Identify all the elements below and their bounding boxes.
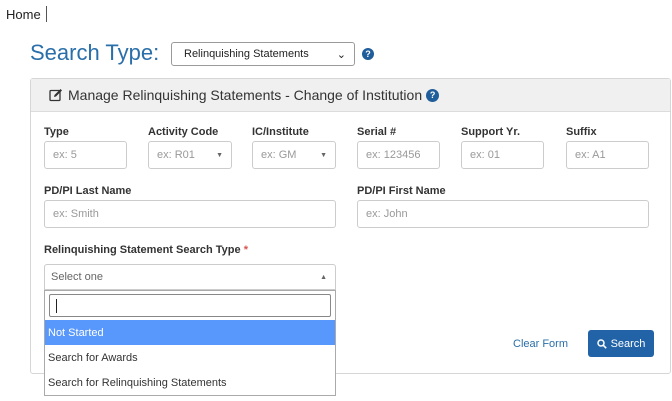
panel-title: Manage Relinquishing Statements - Change… xyxy=(68,87,423,103)
statement-search-type-dropdown: Not Started Search for Awards Search for… xyxy=(44,290,336,396)
ic-institute-select[interactable]: ex: GM ▼ xyxy=(252,141,336,169)
text-cursor xyxy=(56,299,57,313)
search-type-value: Relinquishing Statements xyxy=(184,48,309,60)
breadcrumb-separator xyxy=(45,6,47,22)
support-yr-label: Support Yr. xyxy=(461,126,521,138)
caret-up-icon: ▲ xyxy=(320,273,327,281)
help-icon[interactable]: ? xyxy=(362,48,374,60)
suffix-label: Suffix xyxy=(566,126,597,138)
support-yr-placeholder: ex: 01 xyxy=(470,149,500,161)
activity-code-placeholder: ex: R01 xyxy=(157,149,195,161)
pdpi-last-name-label: PD/PI Last Name xyxy=(44,185,132,197)
serial-input[interactable]: ex: 123456 xyxy=(357,141,440,169)
help-icon[interactable]: ? xyxy=(426,88,440,102)
search-type-select[interactable]: Relinquishing Statements ⌄ xyxy=(171,42,355,66)
statement-search-type-label-text: Relinquishing Statement Search Type xyxy=(44,244,241,256)
caret-down-icon: ▼ xyxy=(216,151,223,159)
search-type-label: Search Type: xyxy=(30,40,160,65)
type-placeholder: ex: 5 xyxy=(53,149,77,161)
dropdown-option-not-started[interactable]: Not Started xyxy=(45,320,335,345)
suffix-placeholder: ex: A1 xyxy=(575,149,606,161)
type-input[interactable]: ex: 5 xyxy=(44,141,127,169)
pdpi-first-name-placeholder: ex: John xyxy=(366,208,408,220)
ic-institute-label: IC/Institute xyxy=(252,126,309,138)
activity-code-select[interactable]: ex: R01 ▼ xyxy=(148,141,232,169)
dropdown-option-search-for-relinquishing-statements[interactable]: Search for Relinquishing Statements xyxy=(45,370,335,395)
search-button-label: Search xyxy=(610,337,646,350)
caret-down-icon: ▼ xyxy=(320,151,327,159)
support-yr-input[interactable]: ex: 01 xyxy=(461,141,544,169)
type-label: Type xyxy=(44,126,69,138)
required-marker: * xyxy=(243,244,248,256)
breadcrumb: Home xyxy=(6,6,47,22)
statement-search-type-value: Select one xyxy=(51,271,103,283)
pdpi-last-name-input[interactable]: ex: Smith xyxy=(44,200,336,228)
suffix-input[interactable]: ex: A1 xyxy=(566,141,649,169)
pdpi-last-name-placeholder: ex: Smith xyxy=(53,208,99,220)
serial-placeholder: ex: 123456 xyxy=(366,149,421,161)
chevron-down-icon: ⌄ xyxy=(336,48,346,61)
statement-search-type-label: Relinquishing Statement Search Type * xyxy=(44,244,248,256)
edit-icon xyxy=(49,89,62,102)
dropdown-search-input[interactable] xyxy=(49,294,331,317)
pdpi-first-name-input[interactable]: ex: John xyxy=(357,200,649,228)
panel-header: Manage Relinquishing Statements - Change… xyxy=(31,79,670,112)
search-button[interactable]: Search xyxy=(588,330,654,357)
statement-search-type-select[interactable]: Select one ▲ xyxy=(44,264,336,290)
ic-institute-placeholder: ex: GM xyxy=(261,149,297,161)
clear-form-link[interactable]: Clear Form xyxy=(513,338,568,350)
search-icon xyxy=(596,338,607,349)
pdpi-first-name-label: PD/PI First Name xyxy=(357,185,446,197)
dropdown-option-search-for-awards[interactable]: Search for Awards xyxy=(45,345,335,370)
serial-label: Serial # xyxy=(357,126,397,138)
activity-code-label: Activity Code xyxy=(148,126,219,138)
breadcrumb-home[interactable]: Home xyxy=(6,7,41,22)
